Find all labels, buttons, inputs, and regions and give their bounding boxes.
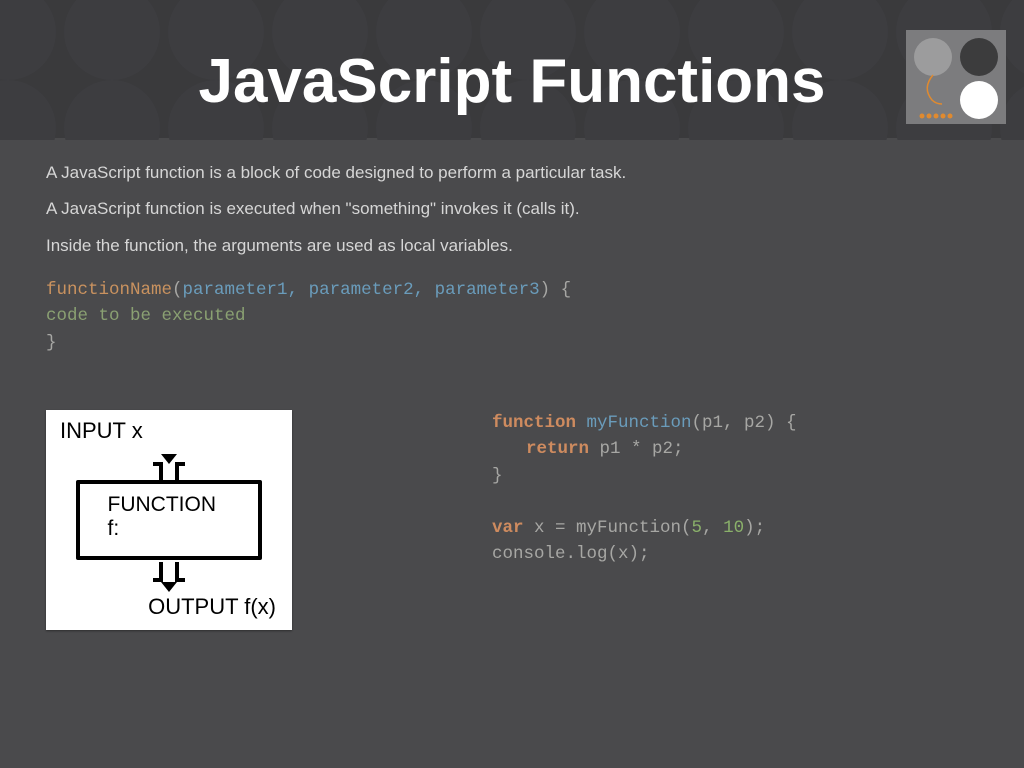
diagram-input-label: INPUT x: [60, 418, 143, 444]
code-kw-function: function: [492, 413, 576, 433]
code-console-log: console.log(x);: [492, 544, 650, 564]
code-num-5: 5: [692, 518, 703, 538]
syntax-end-brace: }: [46, 330, 994, 356]
diagram-output-label: OUTPUT f(x): [148, 594, 276, 620]
function-diagram: INPUT x FUNCTION f: OUTPUT f(x): [46, 410, 292, 630]
paragraph-3: Inside the function, the arguments are u…: [46, 233, 994, 259]
syntax-params: parameter1, parameter2, parameter3: [183, 280, 540, 300]
code-l1-rest: (p1, p2) {: [692, 413, 797, 433]
code-l4-end: );: [744, 518, 765, 538]
code-num-10: 10: [723, 518, 744, 538]
code-l4-sep: ,: [702, 518, 723, 538]
content-area: A JavaScript function is a block of code…: [46, 160, 994, 356]
code-fn-name: myFunction: [576, 413, 692, 433]
diagram-function-label: FUNCTION f:: [108, 493, 231, 541]
syntax-template: functionName(parameter1, parameter2, par…: [46, 277, 994, 356]
code-l4-mid: x = myFunction(: [524, 518, 692, 538]
syntax-open-paren: (: [172, 280, 183, 300]
code-example: function myFunction(p1, p2) { return p1 …: [492, 410, 797, 568]
code-kw-return: return: [526, 439, 589, 459]
paragraph-2: A JavaScript function is executed when "…: [46, 196, 994, 222]
logo-icon: [906, 30, 1006, 124]
code-kw-var: var: [492, 518, 524, 538]
syntax-fn-name: functionName: [46, 280, 172, 300]
paragraph-1: A JavaScript function is a block of code…: [46, 160, 994, 186]
syntax-body: code to be executed: [46, 303, 994, 329]
code-l2-rest: p1 * p2;: [589, 439, 684, 459]
code-l3: }: [492, 466, 503, 486]
page-title: JavaScript Functions: [0, 46, 1024, 117]
syntax-close-paren-brace: ) {: [540, 280, 572, 300]
